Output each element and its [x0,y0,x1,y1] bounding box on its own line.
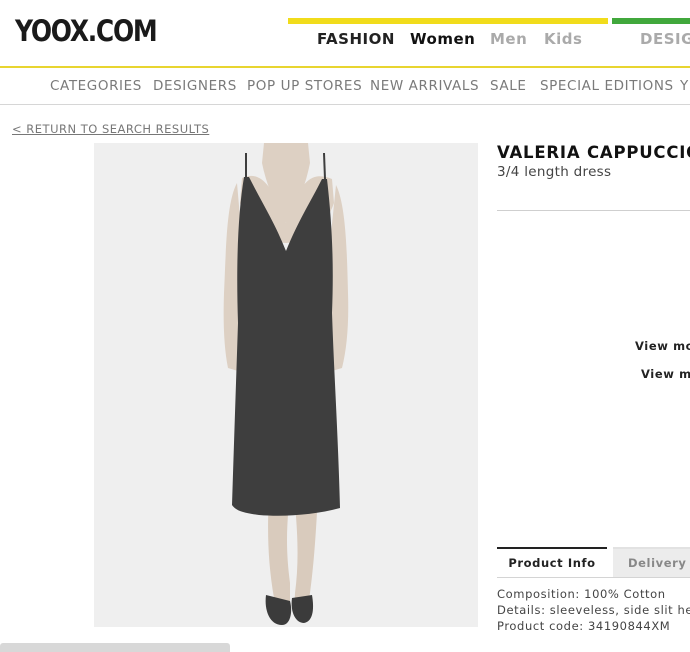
tab-product-info[interactable]: Product Info [497,547,607,577]
product-code: Product code: 34190844XM [497,619,671,633]
category-more[interactable]: Y [680,78,689,94]
category-categories[interactable]: CATEGORIES [50,78,142,94]
category-nav: CATEGORIES DESIGNERS POP UP STORES NEW A… [0,78,690,96]
tab-delivery[interactable]: Delivery & [613,547,690,577]
nav-kids[interactable]: Kids [544,30,582,48]
header-divider [0,66,690,68]
view-more-link-1[interactable]: View mo [635,339,690,353]
info-divider [497,210,690,211]
product-composition: Composition: 100% Cotton [497,587,666,601]
product-name: 3/4 length dress [497,164,612,180]
horizontal-scrollbar[interactable] [0,643,230,652]
designers-accent-bar [612,18,690,24]
product-brand[interactable]: VALERIA CAPPUCCIO [497,143,690,162]
view-more-link-2[interactable]: View mo [641,367,690,381]
nav-women[interactable]: Women [410,30,475,48]
product-image[interactable] [94,143,478,627]
nav-men[interactable]: Men [490,30,527,48]
category-sale[interactable]: SALE [490,78,527,94]
nav-designers[interactable]: DESIG [640,30,690,48]
category-new-arrivals[interactable]: NEW ARRIVALS [370,78,479,94]
category-divider [0,104,690,105]
category-special-editions[interactable]: SPECIAL EDITIONS [540,78,674,94]
category-designers[interactable]: DESIGNERS [153,78,237,94]
fashion-accent-bar [288,18,608,24]
yoox-logo[interactable]: YOOX.COM [15,14,158,48]
tab-divider [497,577,690,578]
nav-fashion[interactable]: FASHION [317,30,395,48]
category-pop-up-stores[interactable]: POP UP STORES [247,78,362,94]
product-details: Details: sleeveless, side slit hem [497,603,690,617]
dress-photo [223,143,349,625]
return-to-search-link[interactable]: < RETURN TO SEARCH RESULTS [12,122,209,136]
